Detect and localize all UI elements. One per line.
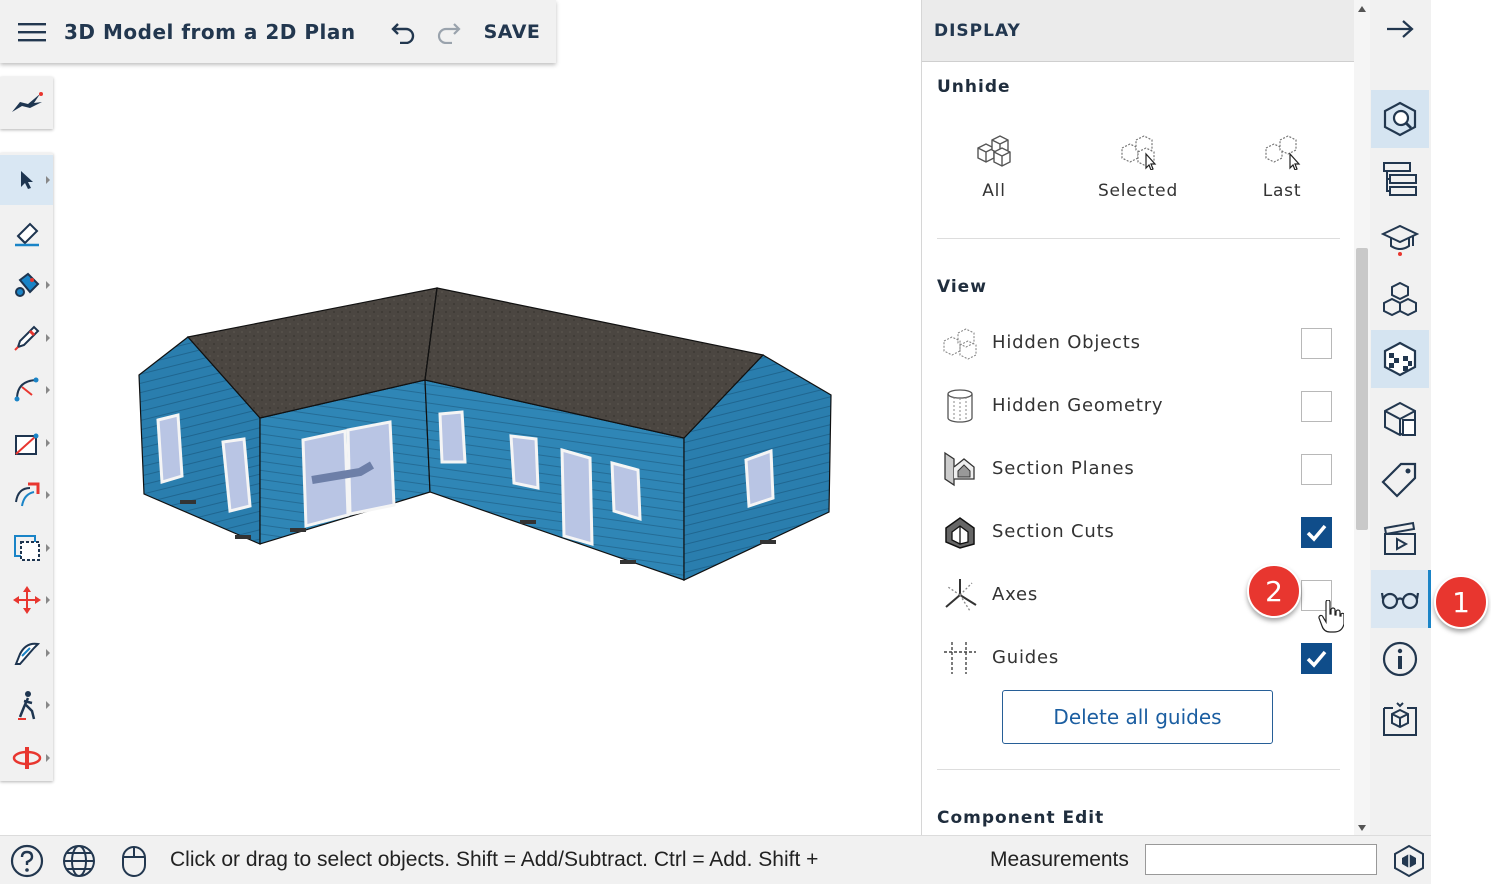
section-planes-label: Section Planes: [992, 458, 1135, 479]
step-marker-2: 2: [1247, 564, 1301, 618]
row-guides[interactable]: Guides: [922, 627, 1355, 689]
sketchup-app-icon: [1394, 844, 1424, 878]
hamburger-menu-icon[interactable]: [0, 0, 64, 63]
unhide-all-button[interactable]: All: [934, 132, 1054, 201]
hidden-objects-icon: [943, 328, 977, 360]
left-toolbar: [0, 153, 53, 781]
axes-label: Axes: [992, 584, 1039, 605]
outliner-icon[interactable]: [1371, 150, 1429, 208]
select-tool-icon[interactable]: [0, 155, 53, 205]
tape-measure-icon[interactable]: [0, 628, 53, 678]
unhide-all-icon: [977, 135, 1011, 167]
rectangle-tool-icon[interactable]: [0, 418, 53, 468]
section-planes-icon: [944, 451, 975, 487]
hidden-objects-checkbox[interactable]: [1301, 328, 1332, 359]
delete-all-guides-button[interactable]: Delete all guides: [1002, 690, 1273, 744]
measurements-label: Measurements: [990, 848, 1129, 871]
component-edit-heading: Component Edit: [937, 808, 1105, 828]
model-title[interactable]: 3D Model from a 2D Plan: [64, 20, 356, 44]
components-icon[interactable]: [1371, 270, 1429, 328]
scroll-down-arrow-icon[interactable]: [1358, 825, 1366, 831]
section-planes-checkbox[interactable]: [1301, 454, 1332, 485]
section-cuts-label: Section Cuts: [992, 521, 1115, 542]
model-info-icon[interactable]: [1371, 630, 1429, 688]
house-model: [138, 287, 832, 581]
sketchup-logo-icon[interactable]: [0, 77, 53, 129]
scroll-thumb[interactable]: [1356, 248, 1368, 530]
display-glasses-icon[interactable]: [1371, 570, 1431, 628]
globe-icon[interactable]: [62, 844, 96, 878]
divider: [937, 238, 1340, 239]
status-bar: Click or drag to select objects. Shift =…: [0, 835, 1431, 884]
hidden-geometry-icon: [947, 389, 973, 423]
arc-tool-icon[interactable]: [0, 365, 53, 415]
row-section-planes[interactable]: Section Planes: [922, 438, 1355, 500]
right-tray: [1370, 0, 1431, 835]
pencil-line-icon[interactable]: [0, 313, 53, 363]
entity-info-icon[interactable]: [1371, 90, 1429, 148]
guides-icon: [944, 642, 976, 674]
model-viewport[interactable]: [60, 70, 920, 830]
status-hint-text: Click or drag to select objects. Shift =…: [170, 848, 819, 871]
panel-scrollbar[interactable]: [1354, 0, 1370, 835]
row-hidden-geometry[interactable]: Hidden Geometry: [922, 375, 1355, 437]
walk-tool-icon[interactable]: [0, 680, 53, 730]
tags-icon[interactable]: [1371, 450, 1429, 508]
unhide-selected-button[interactable]: Selected: [1078, 132, 1198, 201]
eraser-tool-icon[interactable]: [0, 208, 53, 258]
unhide-last-label: Last: [1262, 181, 1302, 201]
divider: [937, 769, 1340, 770]
right-margin: [1431, 0, 1491, 883]
unhide-all-label: All: [982, 181, 1006, 201]
hidden-objects-label: Hidden Objects: [992, 332, 1141, 353]
instructor-icon[interactable]: [1371, 210, 1429, 268]
guides-checkbox[interactable]: [1301, 643, 1332, 674]
save-button[interactable]: SAVE: [484, 21, 541, 43]
offset-tool-icon[interactable]: [0, 523, 53, 573]
hidden-geometry-label: Hidden Geometry: [992, 395, 1164, 416]
materials-icon[interactable]: [1371, 330, 1429, 388]
row-hidden-objects[interactable]: Hidden Objects: [922, 312, 1355, 374]
undo-icon[interactable]: [380, 12, 426, 52]
scroll-up-arrow-icon[interactable]: [1358, 6, 1366, 12]
top-toolbar: 3D Model from a 2D Plan SAVE: [0, 0, 556, 63]
measurements-input[interactable]: [1145, 844, 1377, 875]
hidden-geometry-checkbox[interactable]: [1301, 391, 1332, 422]
step-marker-1: 1: [1434, 575, 1488, 629]
help-icon[interactable]: [10, 844, 44, 878]
unhide-selected-icon: [1121, 135, 1157, 171]
section-cuts-checkbox[interactable]: [1301, 517, 1332, 548]
paint-bucket-icon[interactable]: [0, 260, 53, 310]
orbit-tool-icon[interactable]: [0, 733, 53, 783]
section-cuts-icon: [945, 517, 975, 549]
unhide-last-icon: [1265, 135, 1301, 171]
unhide-selected-label: Selected: [1097, 181, 1179, 201]
arrow-right-icon[interactable]: [1371, 0, 1429, 58]
display-panel: DISPLAY Unhide All Selected Last View Hi…: [921, 0, 1355, 835]
view-heading: View: [937, 277, 987, 297]
scenes-icon[interactable]: [1371, 510, 1429, 568]
unhide-heading: Unhide: [937, 77, 1011, 97]
mouse-icon[interactable]: [117, 844, 151, 878]
axes-icon: [945, 579, 977, 612]
unhide-last-button[interactable]: Last: [1222, 132, 1342, 201]
guides-label: Guides: [992, 647, 1060, 668]
styles-icon[interactable]: [1371, 390, 1429, 448]
redo-icon[interactable]: [426, 12, 472, 52]
push-pull-icon[interactable]: [0, 470, 53, 520]
row-section-cuts[interactable]: Section Cuts: [922, 501, 1355, 563]
3d-warehouse-icon[interactable]: [1371, 690, 1429, 748]
panel-title: DISPLAY: [922, 0, 1355, 62]
move-tool-icon[interactable]: [0, 575, 53, 625]
